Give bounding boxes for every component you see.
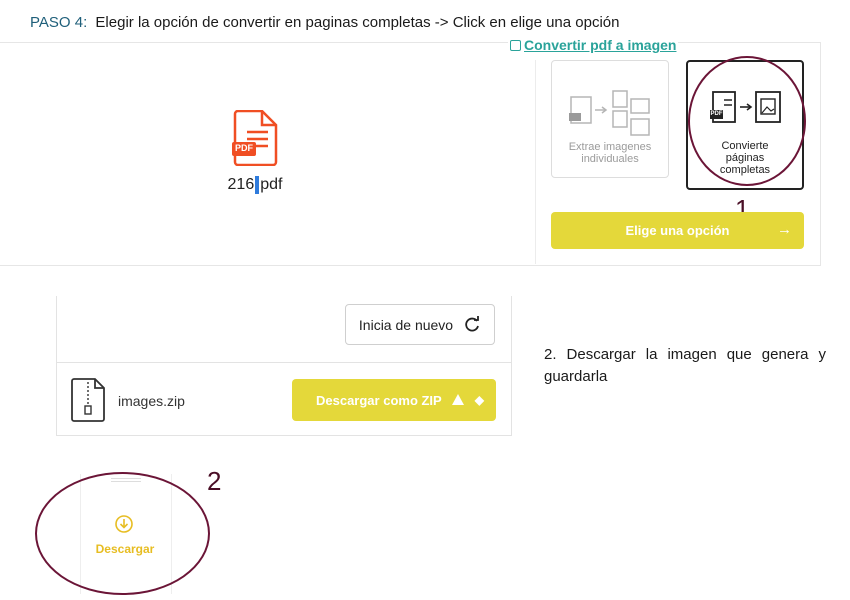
image-icon	[510, 40, 521, 51]
pdf-badge: PDF	[235, 143, 253, 153]
pdf-file-icon: PDF	[232, 109, 278, 167]
text-cursor	[255, 176, 260, 194]
annotation-circle-2	[35, 472, 210, 595]
option-extract-label: Extrae imagenes individuales	[568, 141, 652, 165]
step2-instructions: 2. Descargar la imagen que genera y guar…	[544, 346, 826, 385]
choose-option-button[interactable]: Elige una opción →	[551, 212, 804, 249]
restart-label: Inicia de nuevo	[358, 316, 454, 333]
zip-filename: images.zip	[118, 393, 185, 409]
filename-stem: 216	[227, 176, 255, 194]
choose-option-label: Elige una opción	[625, 223, 730, 238]
dropbox-icon[interactable]: ◆	[475, 393, 484, 407]
annotation-number-2: 2	[207, 466, 222, 496]
step1-text: Elegir la opción de convertir en paginas…	[95, 14, 620, 31]
step1-heading: PASO 4: Elegir la opción de convertir en…	[30, 14, 770, 31]
arrow-right-icon: →	[777, 221, 792, 238]
filename-extension: pdf	[260, 176, 283, 194]
panel-divider-horizontal	[57, 362, 511, 363]
restart-button[interactable]: Inicia de nuevo	[345, 304, 495, 345]
convert-pdf-link[interactable]: Convertir pdf a imagen	[508, 37, 679, 53]
download-zip-button[interactable]: Descargar como ZIP ◆	[292, 379, 496, 421]
step1-label: PASO 4:	[30, 14, 88, 31]
refresh-icon	[465, 315, 479, 331]
panel-divider	[535, 60, 536, 264]
convert-pdf-link-label: Convertir pdf a imagen	[524, 37, 677, 53]
google-drive-icon[interactable]	[452, 394, 464, 405]
download-zip-label: Descargar como ZIP	[316, 392, 442, 408]
extract-images-icon	[569, 90, 650, 136]
zip-file-icon	[71, 378, 105, 422]
option-extract-images[interactable]: Extrae imagenes individuales	[551, 60, 669, 178]
annotation-circle-1	[688, 56, 806, 186]
pdf-filename: 216 pdf	[205, 176, 305, 194]
